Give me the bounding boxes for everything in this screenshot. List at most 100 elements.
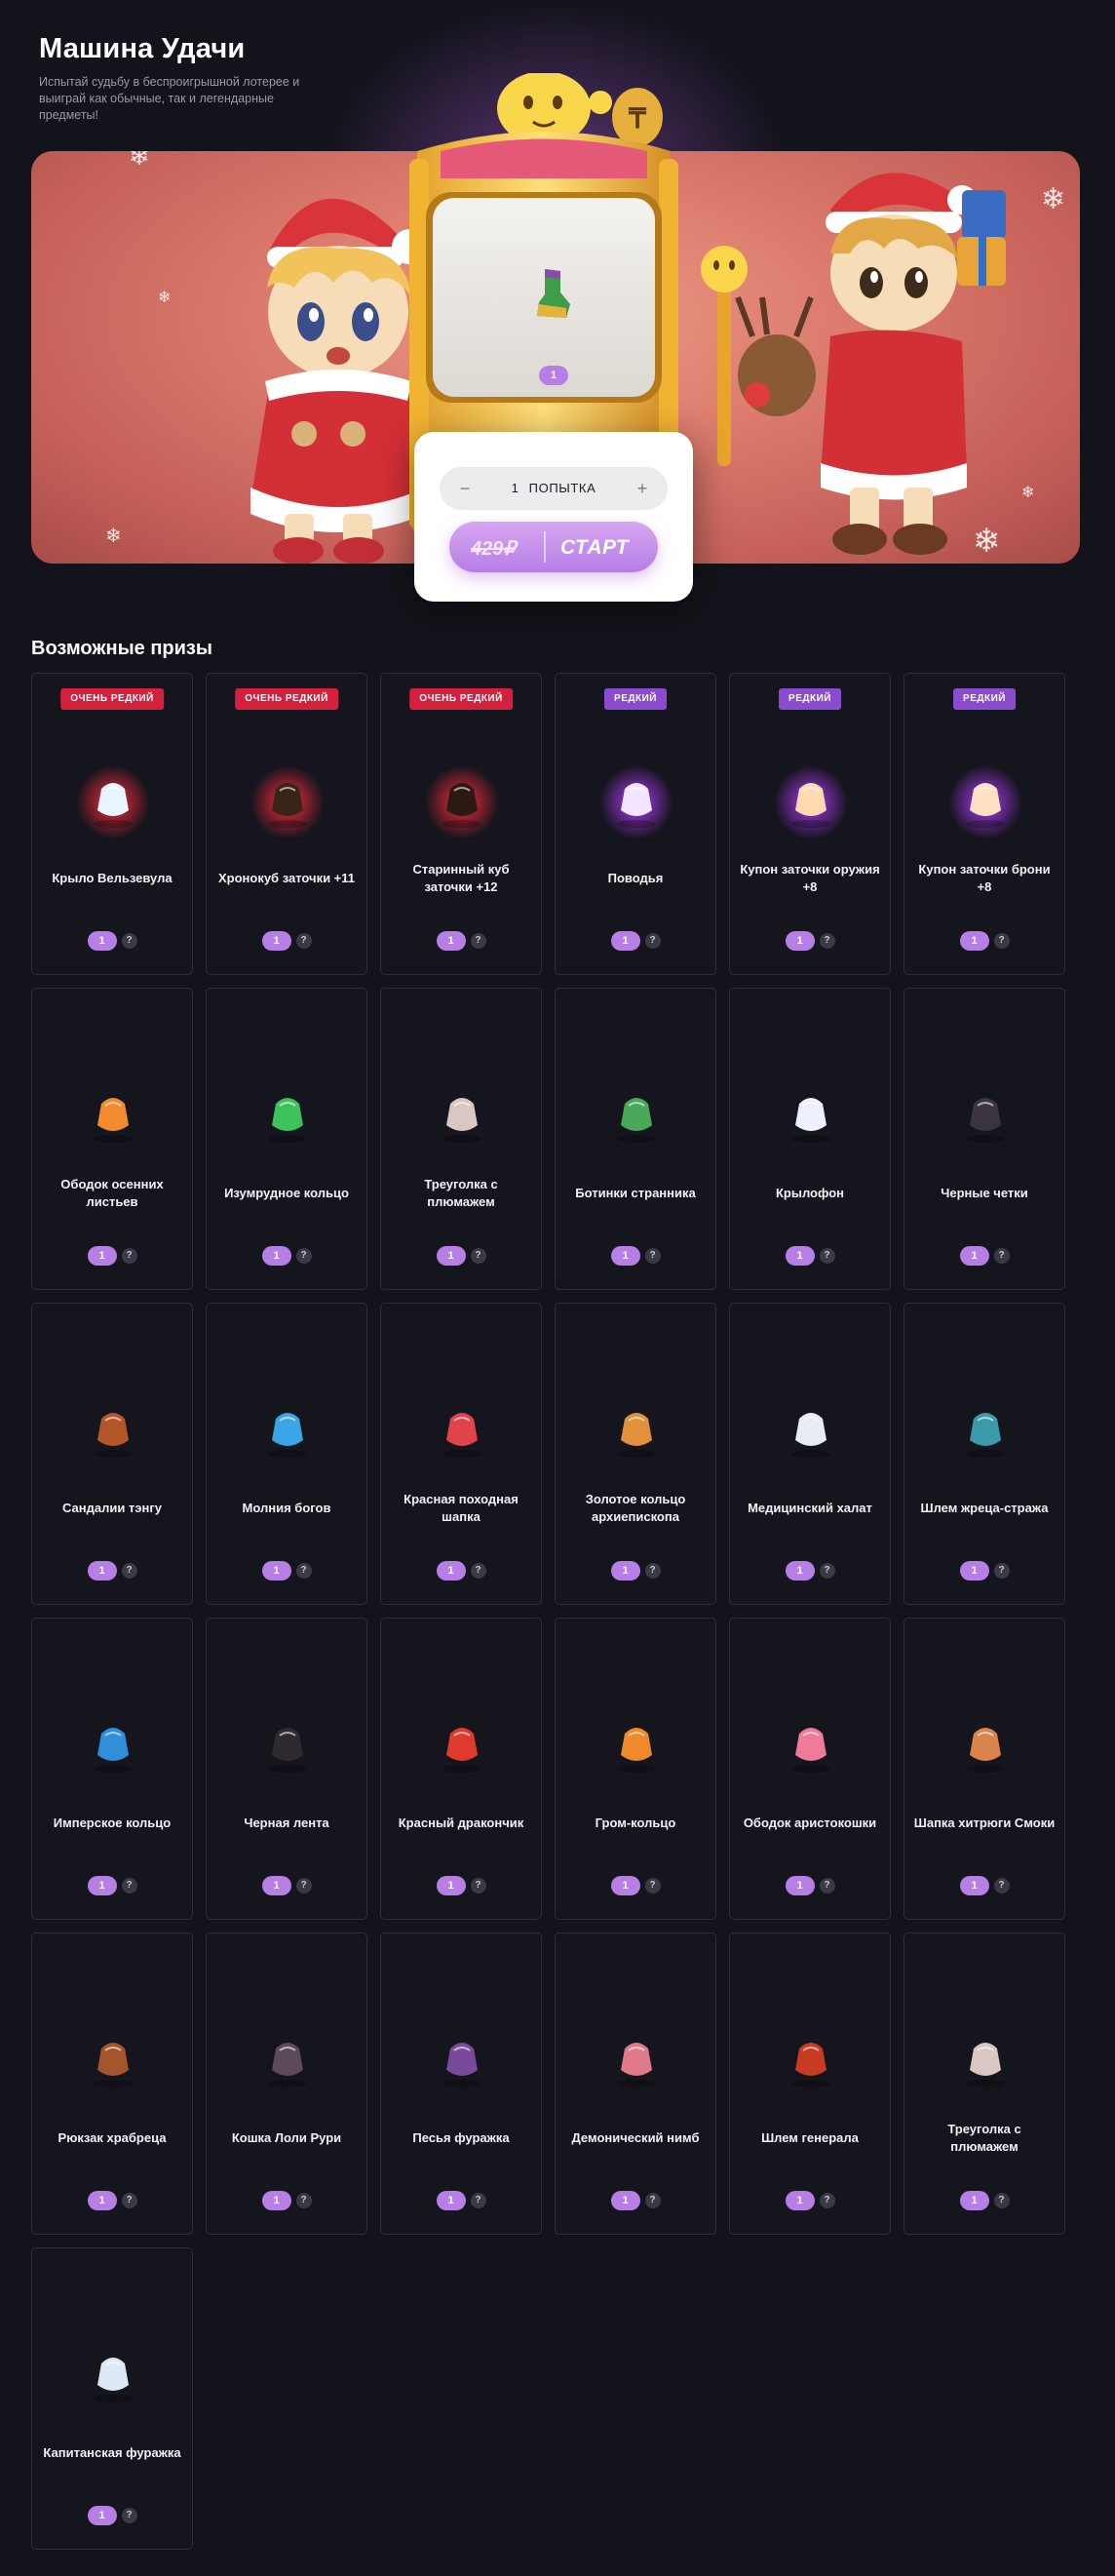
prize-card[interactable]: Шапка хитрюги Смоки 1? — [904, 1618, 1065, 1920]
info-icon[interactable]: ? — [644, 1878, 661, 1893]
reins-icon — [599, 765, 673, 839]
info-icon[interactable]: ? — [295, 933, 312, 949]
increase-attempts-button[interactable]: + — [631, 477, 654, 500]
prize-name: Поводья — [607, 871, 664, 885]
halo-icon — [617, 2043, 656, 2088]
info-icon[interactable]: ? — [993, 1563, 1010, 1579]
info-icon[interactable]: ? — [470, 1248, 486, 1264]
info-icon[interactable]: ? — [121, 1878, 137, 1893]
info-icon[interactable]: ? — [295, 2193, 312, 2208]
prize-card[interactable]: Треуголка с плюмажем 1? — [904, 1932, 1065, 2235]
prize-quantity-row: 1? — [904, 2191, 1064, 2210]
info-icon[interactable]: ? — [819, 1248, 835, 1264]
ribbon-icon — [268, 1728, 307, 1773]
prize-quantity-row: 1? — [556, 1246, 715, 1266]
prize-name: Молния богов — [242, 1501, 331, 1515]
info-icon[interactable]: ? — [470, 1878, 486, 1893]
info-icon[interactable]: ? — [819, 933, 835, 949]
info-icon[interactable]: ? — [470, 1563, 486, 1579]
prize-card[interactable]: Молния богов 1? — [206, 1303, 367, 1605]
info-icon[interactable]: ? — [993, 1878, 1010, 1893]
prize-card[interactable]: Кошка Лоли Рури 1? — [206, 1932, 367, 2235]
prize-quantity-row: 1? — [904, 1561, 1064, 1581]
page-description: Испытай судьбу в беспроигрышной лотерее … — [39, 75, 300, 122]
prize-card[interactable]: Демонический нимб 1? — [555, 1932, 716, 2235]
tricorn-hat-icon — [442, 1098, 481, 1143]
start-price: 429₽ — [471, 538, 517, 560]
prize-card[interactable]: Ботинки странника 1? — [555, 988, 716, 1290]
prize-card[interactable]: Очень редкий Старинный куб заточки +12 1? — [380, 673, 542, 975]
prize-card[interactable]: Красная походная шапка 1? — [380, 1303, 542, 1605]
raccoon-hat-icon — [966, 1728, 1005, 1773]
prize-card[interactable]: Рюкзак храбреца 1? — [31, 1932, 193, 2235]
info-icon[interactable]: ? — [644, 1248, 661, 1264]
prize-quantity-row: 1? — [904, 931, 1064, 951]
prize-name: Треуголка с плюмажем — [424, 1177, 498, 1209]
prize-card[interactable]: Очень редкий Хронокуб заточки +11 1? — [206, 673, 367, 975]
cat-icon — [268, 2043, 307, 2088]
prize-card[interactable]: Имперское кольцо 1? — [31, 1618, 193, 1920]
prize-name: Сандалии тэнгу — [61, 1501, 162, 1515]
info-icon[interactable]: ? — [644, 2193, 661, 2208]
prize-quantity-row: 1? — [207, 1246, 366, 1266]
lightning-icon — [268, 1413, 307, 1458]
info-icon[interactable]: ? — [295, 1248, 312, 1264]
prize-card[interactable]: Золотое кольцо архиепископа 1? — [555, 1303, 716, 1605]
prize-card[interactable]: Красный дракончик 1? — [380, 1618, 542, 1920]
prize-card[interactable]: Капитанская фуражка 1? — [31, 2247, 193, 2550]
prize-quantity-row: 1? — [381, 1876, 541, 1895]
prize-card[interactable]: Шлем генерала 1? — [729, 1932, 891, 2235]
info-icon[interactable]: ? — [644, 1563, 661, 1579]
start-button[interactable]: 429₽ СТАРТ — [449, 522, 658, 572]
prize-card[interactable]: Сандалии тэнгу 1? — [31, 1303, 193, 1605]
prize-quantity-row: 1? — [730, 1246, 890, 1266]
prize-quantity-row: 1? — [32, 2191, 192, 2210]
quantity-pill: 1 — [610, 1561, 640, 1581]
info-icon[interactable]: ? — [121, 1563, 137, 1579]
prize-card[interactable]: Изумрудное кольцо 1? — [206, 988, 367, 1290]
prize-card[interactable]: Медицинский халат 1? — [729, 1303, 891, 1605]
info-icon[interactable]: ? — [819, 1878, 835, 1893]
prize-card[interactable]: Черные четки 1? — [904, 988, 1065, 1290]
prize-quantity-row: 1? — [32, 1246, 192, 1266]
info-icon[interactable]: ? — [819, 1563, 835, 1579]
ring-icon — [268, 1098, 307, 1143]
info-icon[interactable]: ? — [121, 1248, 137, 1264]
prize-card[interactable]: Черная лента 1? — [206, 1618, 367, 1920]
svg-text:₸: ₸ — [628, 103, 647, 134]
attempts-count: 1 — [511, 481, 519, 495]
prize-card[interactable]: Редкий Поводья 1? — [555, 673, 716, 975]
info-icon[interactable]: ? — [470, 2193, 486, 2208]
prize-card[interactable]: Ободок аристокошки 1? — [729, 1618, 891, 1920]
quantity-pill: 1 — [87, 1246, 117, 1266]
beads-icon — [966, 1098, 1005, 1143]
info-icon[interactable]: ? — [993, 933, 1010, 949]
info-icon[interactable]: ? — [295, 1563, 312, 1579]
coupon-icon — [948, 765, 1022, 839]
rarity-badge: Редкий — [953, 688, 1016, 710]
info-icon[interactable]: ? — [819, 2193, 835, 2208]
prize-name: Крыло Вельзевула — [52, 871, 173, 885]
info-icon[interactable]: ? — [121, 2508, 137, 2523]
prize-card[interactable]: Шлем жреца-стража 1? — [904, 1303, 1065, 1605]
info-icon[interactable]: ? — [470, 933, 486, 949]
prize-card[interactable]: Треуголка с плюмажем 1? — [380, 988, 542, 1290]
prize-quantity-row: 1? — [32, 1561, 192, 1581]
prize-card[interactable]: Редкий Купон заточки оружия +8 1? — [729, 673, 891, 975]
info-icon[interactable]: ? — [993, 1248, 1010, 1264]
info-icon[interactable]: ? — [644, 933, 661, 949]
prize-card[interactable]: Гром-кольцо 1? — [555, 1618, 716, 1920]
info-icon[interactable]: ? — [993, 2193, 1010, 2208]
info-icon[interactable]: ? — [121, 2193, 137, 2208]
rarity-badge: Редкий — [779, 688, 841, 710]
prize-card[interactable]: Редкий Купон заточки брони +8 1? — [904, 673, 1065, 975]
attempts-stepper: − 1 ПОПЫТКА + — [440, 467, 668, 510]
info-icon[interactable]: ? — [295, 1878, 312, 1893]
quantity-pill: 1 — [959, 2191, 989, 2210]
prize-card[interactable]: Очень редкий Крыло Вельзевула 1? — [31, 673, 193, 975]
snowflake-icon: ❄ — [158, 290, 172, 306]
prize-card[interactable]: Крылофон 1? — [729, 988, 891, 1290]
info-icon[interactable]: ? — [121, 933, 137, 949]
prize-card[interactable]: Песья фуражка 1? — [380, 1932, 542, 2235]
prize-card[interactable]: Ободок осенних листьев 1? — [31, 988, 193, 1290]
